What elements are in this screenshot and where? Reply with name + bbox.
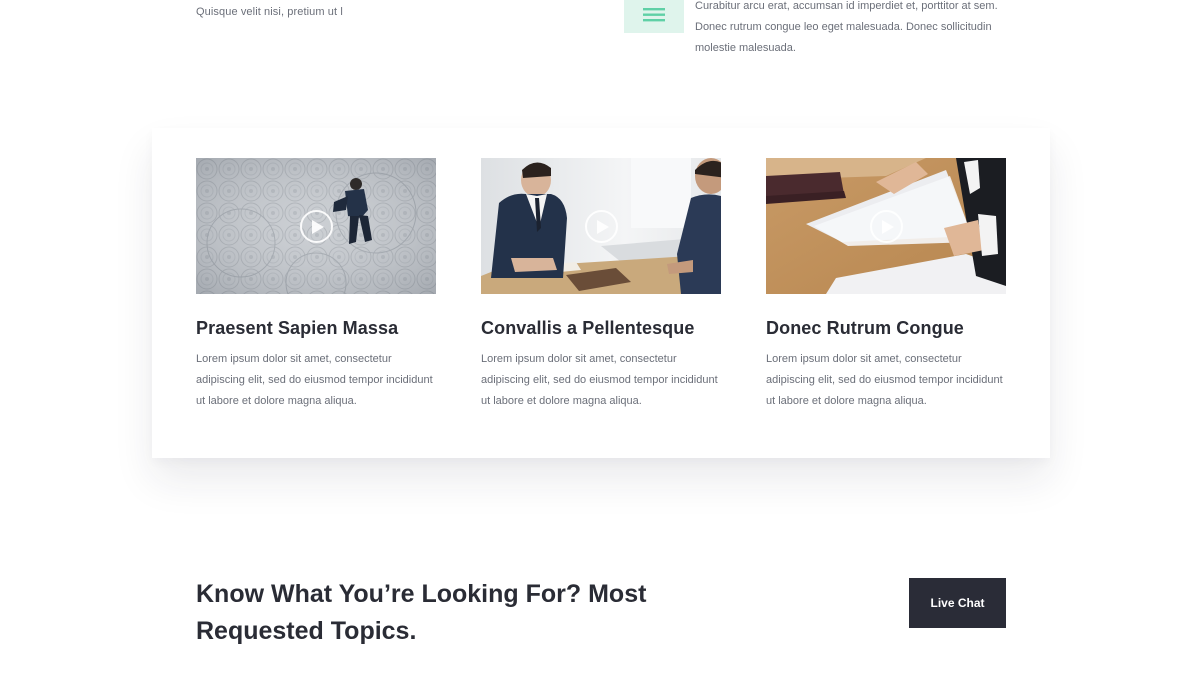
video-card: Convallis a Pellentesque Lorem ipsum dol… bbox=[481, 158, 721, 407]
play-icon bbox=[597, 219, 609, 234]
top-left-text: Quisque velit nisi, pretium ut l bbox=[196, 6, 343, 18]
feature-icon-tile bbox=[624, 0, 684, 33]
card-description: Lorem ipsum dolor sit amet, consectetur … bbox=[481, 353, 718, 407]
video-card: Praesent Sapien Massa Lorem ipsum dolor … bbox=[196, 158, 436, 407]
play-icon bbox=[312, 219, 324, 234]
play-button[interactable] bbox=[585, 210, 618, 243]
play-button[interactable] bbox=[870, 210, 903, 243]
video-thumbnail[interactable] bbox=[196, 158, 436, 294]
card-title[interactable]: Praesent Sapien Massa bbox=[196, 318, 398, 339]
live-chat-button[interactable]: Live Chat bbox=[909, 578, 1006, 628]
card-description: Lorem ipsum dolor sit amet, consectetur … bbox=[766, 353, 1003, 407]
top-right-text: Curabitur arcu erat, accumsan id imperdi… bbox=[695, 0, 998, 54]
topics-heading: Know What You’re Looking For? Most Reque… bbox=[196, 580, 647, 645]
card-description: Lorem ipsum dolor sit amet, consectetur … bbox=[196, 353, 433, 407]
video-cards-panel: Praesent Sapien Massa Lorem ipsum dolor … bbox=[152, 128, 1050, 458]
video-thumbnail[interactable] bbox=[766, 158, 1006, 294]
card-title[interactable]: Donec Rutrum Congue bbox=[766, 318, 964, 339]
list-icon bbox=[643, 7, 665, 21]
play-button[interactable] bbox=[300, 210, 333, 243]
video-card: Donec Rutrum Congue Lorem ipsum dolor si… bbox=[766, 158, 1006, 407]
play-icon bbox=[882, 219, 894, 234]
video-thumbnail[interactable] bbox=[481, 158, 721, 294]
card-title[interactable]: Convallis a Pellentesque bbox=[481, 318, 694, 339]
